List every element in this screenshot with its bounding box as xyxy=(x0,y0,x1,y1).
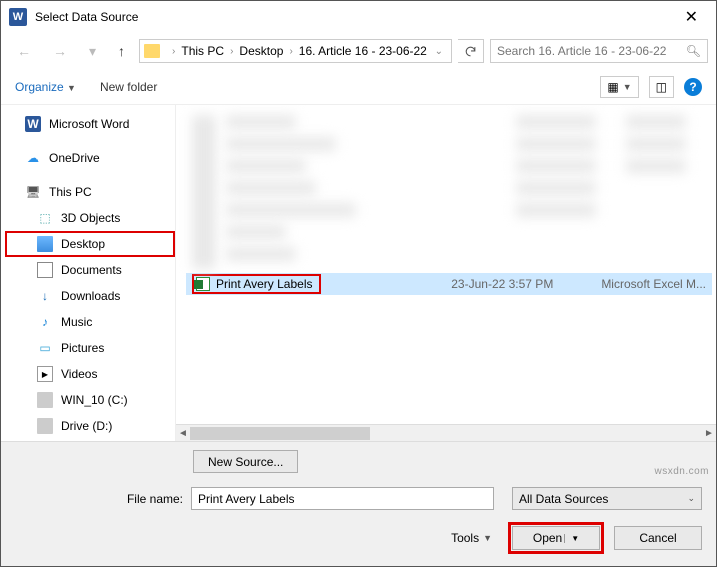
chevron-right-icon[interactable]: › xyxy=(289,46,292,57)
pc-icon: 🖥︎ xyxy=(25,184,41,200)
excel-icon xyxy=(196,277,210,291)
chevron-right-icon[interactable]: › xyxy=(172,46,175,57)
file-type: Microsoft Excel M... xyxy=(601,277,706,291)
scroll-right-icon[interactable]: ► xyxy=(702,428,716,439)
sidebar-item-label: Desktop xyxy=(61,237,105,251)
crumb-folder[interactable]: 16. Article 16 - 23-06-22 xyxy=(299,44,427,58)
sidebar-item-desktop[interactable]: Desktop xyxy=(5,231,175,257)
scrollbar-thumb[interactable] xyxy=(190,427,370,440)
drive-icon xyxy=(37,418,53,434)
file-date: 23-Jun-22 3:57 PM xyxy=(451,277,553,291)
sidebar: W Microsoft Word ☁ OneDrive 🖥︎ This PC ⬚ 3D … xyxy=(1,105,176,441)
tools-menu[interactable]: Tools▼ xyxy=(451,531,492,545)
sidebar-item-label: Pictures xyxy=(61,341,104,355)
horizontal-scrollbar[interactable]: ◄ ► xyxy=(176,424,716,441)
desktop-icon xyxy=(37,236,53,252)
music-icon: ♪ xyxy=(37,314,53,330)
refresh-icon xyxy=(464,45,477,58)
preview-button[interactable]: ◫ xyxy=(649,76,674,98)
document-icon xyxy=(37,262,53,278)
cloud-icon: ☁ xyxy=(25,150,41,166)
filter-label: All Data Sources xyxy=(519,492,608,506)
word-app-icon: W xyxy=(9,8,27,26)
sidebar-item-label: This PC xyxy=(49,185,92,199)
sidebar-item-label: Downloads xyxy=(61,289,120,303)
refresh-button[interactable] xyxy=(458,39,484,63)
sidebar-item-3d-objects[interactable]: ⬚ 3D Objects xyxy=(5,205,175,231)
watermark: wsxdn.com xyxy=(654,466,709,477)
drive-icon xyxy=(37,392,53,408)
view-button[interactable]: ▦▼ xyxy=(600,76,638,98)
sidebar-item-label: Documents xyxy=(61,263,122,277)
sidebar-item-music[interactable]: ♪ Music xyxy=(5,309,175,335)
history-dropdown-icon[interactable]: ▾ xyxy=(81,39,104,64)
forward-button: → xyxy=(45,39,75,63)
title-bar: W Select Data Source ✕ xyxy=(1,1,716,33)
close-icon[interactable]: ✕ xyxy=(675,3,708,31)
crumb-this-pc[interactable]: This PC xyxy=(181,44,224,58)
chevron-right-icon[interactable]: › xyxy=(230,46,233,57)
scroll-left-icon[interactable]: ◄ xyxy=(176,428,190,439)
sidebar-item-label: Microsoft Word xyxy=(49,117,129,131)
toolbar: Organize ▼ New folder ▦▼ ◫ ? xyxy=(1,69,716,105)
view-icon: ▦ xyxy=(607,80,618,94)
folder-icon xyxy=(144,44,160,58)
file-name-input[interactable] xyxy=(191,487,494,510)
dialog-title: Select Data Source xyxy=(35,10,675,24)
sidebar-item-label: 3D Objects xyxy=(61,211,120,225)
file-list[interactable]: Print Avery Labels 23-Jun-22 3:57 PM Mic… xyxy=(176,105,716,424)
sidebar-item-videos[interactable]: ▶ Videos xyxy=(5,361,175,387)
cancel-button[interactable]: Cancel xyxy=(614,526,702,550)
search-box[interactable]: 🔍︎ xyxy=(490,39,708,63)
search-input[interactable] xyxy=(497,44,680,58)
nav-bar: ← → ▾ ↑ › This PC › Desktop › 16. Articl… xyxy=(1,33,716,69)
sidebar-item-pictures[interactable]: ▭ Pictures xyxy=(5,335,175,361)
chevron-down-icon: ⌄ xyxy=(687,493,695,504)
chevron-down-icon: ▼ xyxy=(483,533,492,543)
sidebar-item-downloads[interactable]: ↓ Downloads xyxy=(5,283,175,309)
chevron-down-icon: ▼ xyxy=(67,83,76,93)
sidebar-item-ddrive[interactable]: Drive (D:) xyxy=(5,413,175,439)
sidebar-item-label: Drive (D:) xyxy=(61,419,112,433)
file-type-filter[interactable]: All Data Sources ⌄ xyxy=(512,487,702,510)
file-name-label: File name: xyxy=(15,492,183,506)
preview-icon: ◫ xyxy=(656,80,667,94)
sidebar-item-this-pc[interactable]: 🖥︎ This PC xyxy=(5,179,175,205)
bottom-panel: New Source... File name: All Data Source… xyxy=(1,441,716,566)
file-name: Print Avery Labels xyxy=(216,277,313,291)
organize-menu[interactable]: Organize ▼ xyxy=(15,80,76,94)
crumb-desktop[interactable]: Desktop xyxy=(239,44,283,58)
sidebar-item-onedrive[interactable]: ☁ OneDrive xyxy=(5,145,175,171)
sidebar-item-label: WIN_10 (C:) xyxy=(61,393,128,407)
sidebar-item-documents[interactable]: Documents xyxy=(5,257,175,283)
download-icon: ↓ xyxy=(37,288,53,304)
new-source-button[interactable]: New Source... xyxy=(193,450,298,473)
up-button[interactable]: ↑ xyxy=(110,39,133,63)
chevron-down-icon: ▼ xyxy=(564,534,579,543)
picture-icon: ▭ xyxy=(37,340,53,356)
cube-icon: ⬚ xyxy=(37,210,53,226)
video-icon: ▶ xyxy=(37,366,53,382)
sidebar-item-label: Videos xyxy=(61,367,97,381)
back-button[interactable]: ← xyxy=(9,39,39,63)
word-icon: W xyxy=(25,116,41,132)
search-icon[interactable]: 🔍︎ xyxy=(686,44,701,58)
new-folder-button[interactable]: New folder xyxy=(100,80,157,94)
help-icon[interactable]: ? xyxy=(684,78,702,96)
breadcrumb[interactable]: › This PC › Desktop › 16. Article 16 - 2… xyxy=(139,39,452,63)
sidebar-item-cdrive[interactable]: WIN_10 (C:) xyxy=(5,387,175,413)
chevron-down-icon[interactable]: ⌄ xyxy=(435,46,443,57)
chevron-down-icon: ▼ xyxy=(623,82,632,92)
file-row[interactable]: Print Avery Labels 23-Jun-22 3:57 PM Mic… xyxy=(186,273,712,295)
sidebar-item-label: OneDrive xyxy=(49,151,100,165)
open-button[interactable]: Open ▼ xyxy=(512,526,600,550)
sidebar-item-word[interactable]: W Microsoft Word xyxy=(5,111,175,137)
sidebar-item-label: Music xyxy=(61,315,92,329)
